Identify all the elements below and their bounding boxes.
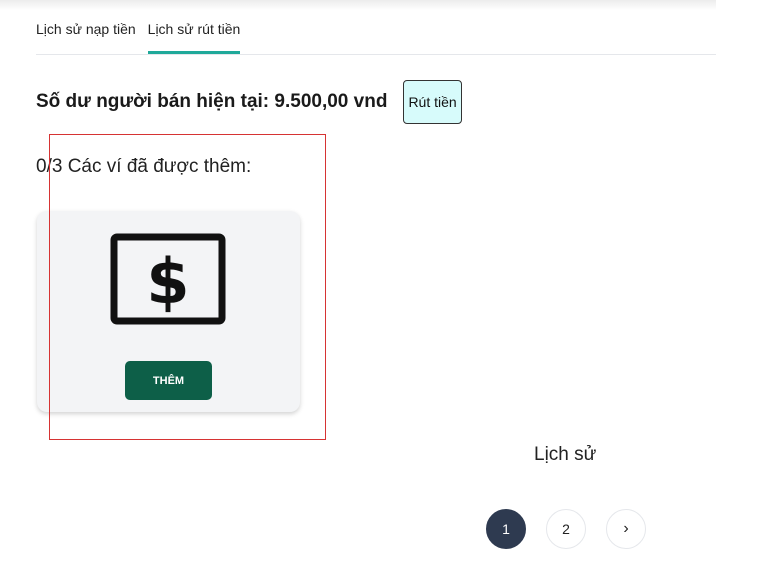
add-wallet-button[interactable]: THÊM xyxy=(125,361,212,400)
page-1-button[interactable]: 1 xyxy=(486,509,526,549)
money-icon: $ xyxy=(110,233,226,325)
add-wallet-card: $ THÊM xyxy=(37,211,300,412)
pagination: 1 2 › xyxy=(486,509,646,549)
chevron-right-icon[interactable]: › xyxy=(606,509,646,549)
svg-text:$: $ xyxy=(146,245,189,318)
withdraw-button[interactable]: Rút tiền xyxy=(403,80,462,124)
seller-balance: Số dư người bán hiện tại: 9.500,00 vnd xyxy=(36,91,388,112)
tab-deposit-history[interactable]: Lịch sử nạp tiền xyxy=(36,18,136,53)
top-shadow xyxy=(0,0,716,10)
history-title: Lịch sử xyxy=(534,444,597,465)
history-tabs: Lịch sử nạp tiền Lịch sử rút tiền xyxy=(36,18,716,55)
tab-withdraw-history[interactable]: Lịch sử rút tiền xyxy=(147,18,240,54)
page-2-button[interactable]: 2 xyxy=(546,509,586,549)
balance-row: Số dư người bán hiện tại: 9.500,00 vnd R… xyxy=(36,80,462,124)
wallets-count-label: 0/3 Các ví đã được thêm: xyxy=(36,156,252,177)
